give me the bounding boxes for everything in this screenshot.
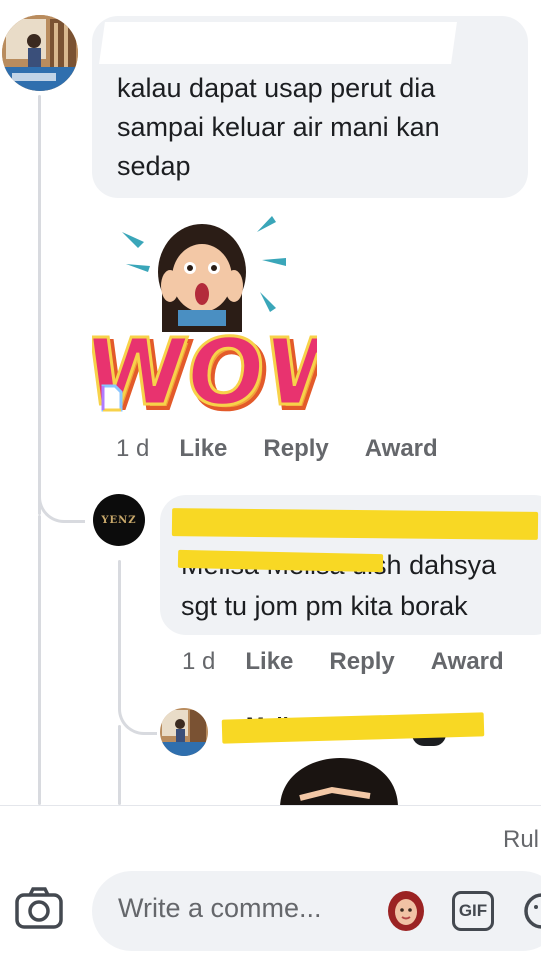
gif-button[interactable]: GIF [452, 891, 494, 931]
author-name-redaction [99, 22, 457, 64]
thread-line-main [38, 95, 41, 515]
comment-text-line: sampai keluar air mani kan [117, 112, 440, 142]
comment-text-line: kalau dapat usap perut dia [117, 73, 436, 103]
like-button[interactable]: Like [245, 648, 293, 676]
award-button[interactable]: Award [365, 435, 438, 463]
avatar[interactable] [2, 15, 78, 91]
wow-sticker-icon: WOW WOW [78, 216, 378, 432]
wow-sticker[interactable]: WOW WOW [78, 212, 378, 432]
comment-input-placeholder: Write a comme... [118, 893, 322, 923]
reply-timestamp: 1 d [182, 648, 216, 675]
document-icon [100, 384, 124, 412]
avatar[interactable]: YENZ [93, 494, 145, 546]
sticker-text: WOW [92, 318, 317, 426]
comment-actions: 1 d Like Reply Award [116, 435, 474, 463]
thread-elbow-reply2 [118, 680, 157, 735]
thread-line-reply [118, 560, 121, 690]
avatar-photo-icon [160, 708, 208, 756]
rules-link[interactable]: Rul [503, 826, 539, 854]
camera-button[interactable] [14, 886, 64, 930]
thread-line-reply-continue [118, 725, 121, 805]
like-button[interactable]: Like [179, 435, 227, 463]
emoji-button[interactable] [522, 891, 541, 931]
comment-timestamp: 1 d [116, 435, 150, 462]
award-button[interactable]: Award [431, 648, 504, 676]
avatar-sticker-button[interactable] [384, 889, 428, 933]
camera-icon [15, 887, 63, 929]
thread-elbow-reply1 [38, 470, 85, 523]
reply-actions: 1 d Like Reply Award [182, 648, 540, 676]
thread-line-continue [38, 515, 41, 805]
avatar[interactable] [160, 708, 208, 756]
avatar-photo-icon [2, 15, 78, 91]
gif-label: GIF [458, 901, 488, 920]
reply-button[interactable]: Reply [329, 648, 394, 676]
avatar-label: YENZ [101, 514, 137, 526]
comment-text-line: sedap [117, 151, 191, 181]
comment-composer: Rul Write a comme... GIF [0, 805, 541, 960]
reply-text-line: sgt tu jom pm kita borak [181, 591, 468, 621]
author-name-redaction [171, 508, 539, 540]
smiley-icon [524, 893, 541, 929]
sticker-partial [270, 758, 400, 808]
comment-input[interactable]: Write a comme... GIF [92, 871, 541, 951]
reply-button[interactable]: Reply [263, 435, 328, 463]
hijab-avatar-icon [388, 891, 424, 931]
